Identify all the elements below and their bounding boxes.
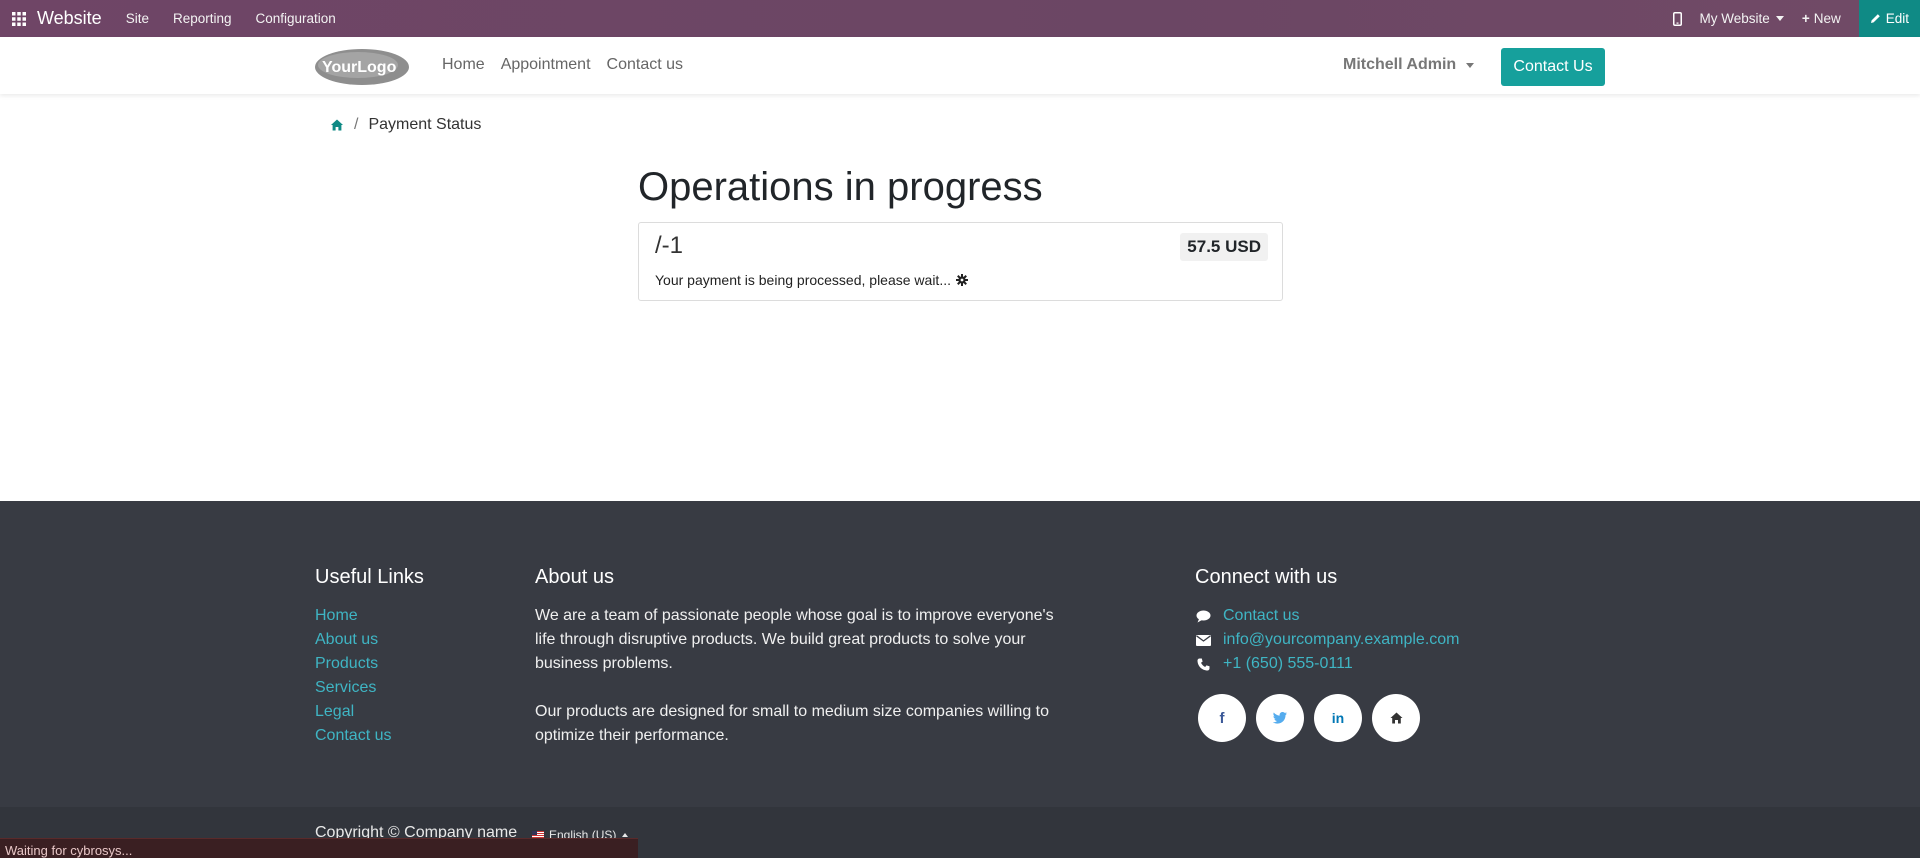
twitter-icon[interactable] bbox=[1256, 694, 1304, 742]
processing-message: Your payment is being processed, please … bbox=[655, 272, 968, 288]
processing-text: Your payment is being processed, please … bbox=[655, 272, 951, 288]
page-title: Operations in progress bbox=[638, 165, 1043, 209]
connect-phone-link[interactable]: +1 (650) 555-0111 bbox=[1223, 655, 1353, 673]
footer-link-about-us[interactable]: About us bbox=[315, 628, 424, 652]
chevron-up-icon bbox=[622, 833, 629, 837]
footer-link-services[interactable]: Services bbox=[315, 676, 424, 700]
about-us-paragraph-1: We are a team of passionate people whose… bbox=[535, 607, 1054, 672]
linkedin-icon[interactable]: in bbox=[1314, 694, 1362, 742]
user-name: Mitchell Admin bbox=[1343, 56, 1457, 73]
connect-title: Connect with us bbox=[1195, 566, 1338, 588]
mobile-preview-icon[interactable] bbox=[1672, 11, 1682, 26]
useful-links-title: Useful Links bbox=[315, 566, 424, 588]
facebook-icon[interactable]: f bbox=[1198, 694, 1246, 742]
website-selector-label: My Website bbox=[1699, 11, 1770, 26]
comment-icon bbox=[1195, 608, 1211, 624]
footer-link-products[interactable]: Products bbox=[315, 652, 424, 676]
chevron-down-icon bbox=[1466, 62, 1475, 68]
nav-home[interactable]: Home bbox=[442, 56, 485, 74]
payment-amount: 57.5 USD bbox=[1180, 233, 1268, 261]
menu-configuration[interactable]: Configuration bbox=[256, 11, 336, 26]
footer-link-home[interactable]: Home bbox=[315, 604, 424, 628]
plus-icon: + bbox=[1801, 11, 1810, 26]
home-icon[interactable] bbox=[330, 118, 344, 132]
apps-menu-icon[interactable] bbox=[0, 0, 37, 37]
company-logo[interactable]: YourLogo bbox=[314, 48, 410, 86]
edit-button[interactable]: Edit bbox=[1858, 0, 1920, 37]
main-nav: Home Appointment Contact us bbox=[442, 56, 699, 74]
connect-email-row[interactable]: info@yourcompany.example.com bbox=[1195, 628, 1460, 652]
nav-appointment[interactable]: Appointment bbox=[501, 56, 591, 74]
footer: Useful Links Home About us Products Serv… bbox=[0, 501, 1920, 807]
new-button[interactable]: + New bbox=[1802, 11, 1841, 26]
envelope-icon bbox=[1195, 632, 1211, 648]
footer-link-contact-us[interactable]: Contact us bbox=[315, 724, 424, 748]
connect-section: Connect with us Contact us info@yourcomp… bbox=[1195, 566, 1460, 742]
contact-us-button[interactable]: Contact Us bbox=[1501, 48, 1605, 86]
breadcrumb-current: Payment Status bbox=[368, 116, 482, 133]
logo-text: YourLogo bbox=[322, 59, 397, 76]
nav-contact-us[interactable]: Contact us bbox=[607, 56, 683, 74]
phone-icon bbox=[1195, 656, 1211, 672]
website-selector[interactable]: My Website bbox=[1700, 11, 1784, 26]
new-label: New bbox=[1813, 11, 1841, 26]
connect-email-link[interactable]: info@yourcompany.example.com bbox=[1223, 631, 1460, 649]
gear-icon bbox=[956, 274, 968, 286]
user-menu[interactable]: Mitchell Admin bbox=[1343, 56, 1475, 74]
chevron-down-icon bbox=[1775, 16, 1784, 21]
useful-links: Useful Links Home About us Products Serv… bbox=[315, 566, 424, 748]
connect-phone-row[interactable]: +1 (650) 555-0111 bbox=[1195, 652, 1460, 676]
social-links: f in bbox=[1198, 694, 1460, 742]
breadcrumb: / Payment Status bbox=[330, 116, 481, 134]
about-us-title: About us bbox=[535, 566, 614, 588]
payment-status-card: /-1 57.5 USD Your payment is being proce… bbox=[638, 222, 1283, 301]
menu-site[interactable]: Site bbox=[126, 11, 149, 26]
menu-reporting[interactable]: Reporting bbox=[173, 11, 232, 26]
edit-label: Edit bbox=[1885, 11, 1909, 26]
site-header: YourLogo Home Appointment Contact us Mit… bbox=[0, 37, 1920, 94]
connect-contact-row[interactable]: Contact us bbox=[1195, 604, 1460, 628]
about-us-section: About us We are a team of passionate peo… bbox=[535, 566, 1065, 772]
browser-status-bar: Waiting for cybrosys... bbox=[0, 838, 638, 858]
app-name[interactable]: Website bbox=[37, 8, 102, 29]
connect-contact-link[interactable]: Contact us bbox=[1223, 607, 1299, 625]
pencil-icon bbox=[1870, 14, 1880, 23]
footer-link-legal[interactable]: Legal bbox=[315, 700, 424, 724]
home-icon[interactable] bbox=[1372, 694, 1420, 742]
about-us-paragraph-2: Our products are designed for small to m… bbox=[535, 703, 1050, 744]
payment-reference: /-1 bbox=[655, 232, 684, 259]
admin-navbar: Website Site Reporting Configuration My … bbox=[0, 0, 1920, 37]
breadcrumb-separator: / bbox=[354, 116, 359, 133]
